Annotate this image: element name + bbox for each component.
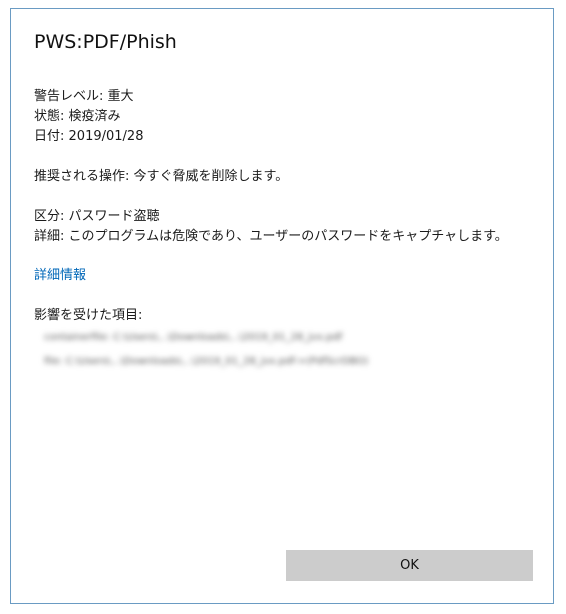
description-row: 詳細: このプログラムは危険であり、ユーザーのパスワードをキャプチャします。 [34, 227, 508, 247]
category-row: 区分: パスワード盗聴 [34, 207, 508, 227]
category-value: パスワード盗聴 [68, 209, 160, 224]
status-row: 状態: 検疫済み [34, 107, 143, 127]
affected-items-list: containerfile: C:\Users\...\Downloads\..… [44, 327, 534, 375]
category-info: 区分: パスワード盗聴 詳細: このプログラムは危険であり、ユーザーのパスワード… [34, 207, 508, 247]
date-row: 日付: 2019/01/28 [34, 127, 143, 147]
threat-details-dialog: PWS:PDF/Phish 警告レベル: 重大 状態: 検疫済み 日付: 201… [10, 8, 554, 604]
ok-button[interactable]: OK [286, 550, 533, 581]
affected-item: file: C:\Users\...\Downloads\...\2019_01… [44, 356, 369, 367]
status-value: 検疫済み [68, 109, 121, 124]
threat-info: 警告レベル: 重大 状態: 検疫済み 日付: 2019/01/28 [34, 87, 143, 147]
recommended-action-row: 推奨される操作: 今すぐ脅威を削除します。 [34, 167, 288, 187]
date-value: 2019/01/28 [68, 129, 144, 144]
date-label: 日付: [34, 129, 65, 144]
alert-level-label: 警告レベル: [34, 89, 104, 104]
description-label: 詳細: [34, 229, 65, 244]
description-value: このプログラムは危険であり、ユーザーのパスワードをキャプチャします。 [68, 229, 508, 244]
recommended-action-value: 今すぐ脅威を削除します。 [133, 169, 289, 184]
more-info-link[interactable]: 詳細情報 [34, 266, 86, 286]
alert-level-value: 重大 [107, 89, 134, 104]
alert-level-row: 警告レベル: 重大 [34, 87, 143, 107]
status-label: 状態: [34, 109, 65, 124]
threat-name-title: PWS:PDF/Phish [34, 31, 177, 53]
affected-item: containerfile: C:\Users\...\Downloads\..… [44, 332, 343, 343]
category-label: 区分: [34, 209, 65, 224]
recommended-action-label: 推奨される操作: [34, 169, 130, 184]
affected-items-label: 影響を受けた項目: [34, 308, 143, 323]
